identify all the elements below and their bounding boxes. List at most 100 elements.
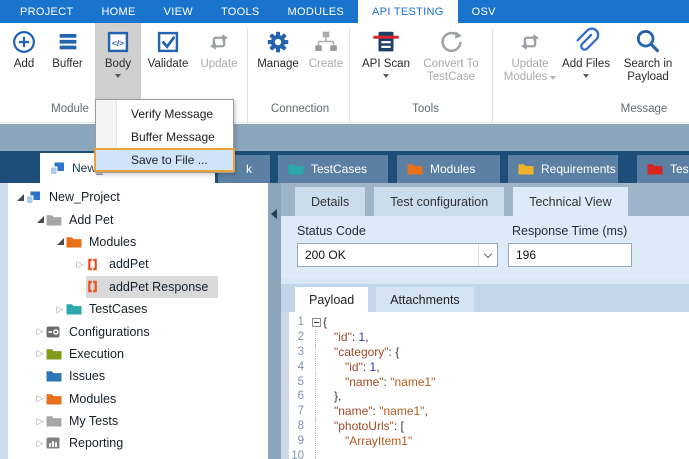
response-time-field[interactable]: 196 bbox=[508, 243, 632, 267]
token-key: "id" bbox=[334, 330, 352, 344]
update-refresh-icon bbox=[203, 26, 235, 58]
tree-item-body[interactable]: Execution bbox=[46, 343, 134, 365]
tree-item-add-pet[interactable]: Add Pet bbox=[8, 208, 268, 230]
tree-item-body[interactable]: TestCases bbox=[66, 298, 157, 320]
add-files-button[interactable]: Add Files bbox=[559, 23, 613, 100]
tree-item-addpet[interactable]: ▷addPet bbox=[8, 253, 268, 275]
add-button[interactable]: Add bbox=[4, 23, 44, 100]
dropdown-arrow-icon bbox=[115, 74, 121, 78]
document-tab-requirements[interactable]: Requirements bbox=[508, 155, 618, 183]
expander-collapsed-icon[interactable]: ▷ bbox=[34, 349, 46, 358]
menu-item-osv[interactable]: OSV bbox=[458, 0, 510, 23]
menu-item-modules[interactable]: MODULES bbox=[274, 0, 359, 23]
tree-item-body[interactable]: My Tests bbox=[46, 410, 128, 432]
tree-item-modules[interactable]: ▷Modules bbox=[8, 388, 268, 410]
document-tab-tes[interactable]: Tes bbox=[637, 155, 689, 183]
validate-button[interactable]: Validate bbox=[141, 23, 195, 100]
body-code-icon: </> bbox=[102, 26, 134, 58]
tree-item-my-tests[interactable]: ▷ My Tests bbox=[8, 410, 268, 432]
menu-item-api-testing[interactable]: API TESTING bbox=[358, 0, 458, 23]
code-line: 10 bbox=[289, 448, 689, 459]
token-key: "category" bbox=[334, 345, 389, 359]
triangle-glyph bbox=[57, 238, 64, 245]
manage-button[interactable]: Manage bbox=[253, 23, 303, 100]
buffer-button[interactable]: Buffer bbox=[44, 23, 91, 100]
tree-item-new_project[interactable]: New_Project bbox=[8, 186, 268, 208]
project-icon bbox=[50, 162, 65, 175]
tree-item-modules[interactable]: Modules bbox=[8, 231, 268, 253]
tree-item-label: Add Pet bbox=[69, 213, 113, 227]
tree-item-addpet-response[interactable]: addPet Response bbox=[8, 276, 268, 298]
tab-payload[interactable]: Payload bbox=[295, 287, 368, 312]
expander-collapsed-icon[interactable]: ▷ bbox=[34, 417, 46, 426]
menu-item-home[interactable]: HOME bbox=[87, 0, 149, 23]
tree-item-label: TestCases bbox=[89, 302, 147, 316]
menu-item-save-to-file-[interactable]: Save to File ... bbox=[94, 148, 235, 172]
payload-editor[interactable]: 1{2"id": 1,3"category": {4"id": 1,5"name… bbox=[281, 312, 689, 459]
group-label-connection: Connection bbox=[250, 103, 350, 115]
project-tree: New_ProjectAdd PetModules▷addPetaddPet R… bbox=[8, 183, 268, 459]
expander-expanded-icon[interactable] bbox=[54, 238, 66, 245]
folder-icon bbox=[66, 302, 83, 316]
tree-item-reporting[interactable]: ▷Reporting bbox=[8, 432, 268, 454]
svg-text:</>: </> bbox=[112, 38, 124, 48]
code-line: 4"id": 1, bbox=[289, 359, 689, 374]
tree-item-body[interactable]: addPet bbox=[86, 253, 159, 275]
expander-collapsed-icon[interactable]: ▷ bbox=[74, 260, 86, 269]
search-in-payload-button[interactable]: Search inPayload bbox=[613, 23, 683, 100]
tree-item-body[interactable]: Configurations bbox=[46, 320, 160, 342]
token-key: "id" bbox=[345, 360, 363, 374]
api-scan-button[interactable]: API Scan bbox=[357, 23, 415, 100]
menu-item-tools[interactable]: TOOLS bbox=[207, 0, 274, 23]
tree-item-execution[interactable]: ▷Execution bbox=[8, 343, 268, 365]
menu-item-verify-message[interactable]: Verify Message bbox=[96, 102, 233, 125]
fold-collapse-icon[interactable] bbox=[309, 315, 323, 330]
triangle-glyph bbox=[37, 216, 44, 223]
tree-item-body[interactable]: Requirements bbox=[46, 455, 157, 459]
token-str: "ArrayItem1" bbox=[345, 434, 412, 448]
menu-item-buffer-message[interactable]: Buffer Message bbox=[96, 125, 233, 148]
menu-item-view[interactable]: VIEW bbox=[150, 0, 207, 23]
folder-icon bbox=[518, 163, 534, 175]
tab-details[interactable]: Details bbox=[295, 187, 365, 216]
chevron-down-icon[interactable] bbox=[478, 244, 497, 266]
expander-expanded-icon[interactable] bbox=[34, 216, 46, 223]
add-circle-icon bbox=[8, 26, 40, 58]
triangle-glyph: ▷ bbox=[37, 349, 44, 358]
tree-item-testcases[interactable]: ▷ TestCases bbox=[8, 298, 268, 320]
expander-collapsed-icon[interactable]: ▷ bbox=[34, 439, 46, 448]
document-tab-testcases[interactable]: TestCases bbox=[278, 155, 388, 183]
expander-expanded-icon[interactable] bbox=[14, 194, 26, 201]
buffer-lines-icon bbox=[52, 26, 84, 58]
tree-item-requirements[interactable]: ▷Requirements bbox=[8, 455, 268, 459]
expander-collapsed-icon[interactable]: ▷ bbox=[54, 305, 66, 314]
folder-icon bbox=[46, 347, 63, 361]
tree-item-body[interactable]: Modules bbox=[46, 388, 126, 410]
tree-item-body[interactable]: New_Project bbox=[26, 186, 130, 208]
module-icon bbox=[86, 257, 103, 271]
document-tab-modules[interactable]: Modules bbox=[397, 155, 500, 183]
menu-item-project[interactable]: PROJECT bbox=[6, 0, 87, 23]
tab-technical-view[interactable]: Technical View bbox=[513, 187, 627, 216]
tab-test-configuration[interactable]: Test configuration bbox=[374, 187, 504, 216]
tree-item-body[interactable]: Issues bbox=[46, 365, 115, 387]
tree-item-configurations[interactable]: ▷Configurations bbox=[8, 320, 268, 342]
tree-item-label: Modules bbox=[89, 235, 136, 249]
expander-collapsed-icon[interactable]: ▷ bbox=[34, 327, 46, 336]
tree-item-body[interactable]: Reporting bbox=[46, 432, 133, 454]
tree-item-issues[interactable]: Issues bbox=[8, 365, 268, 387]
collapse-panel-icon[interactable] bbox=[271, 209, 277, 219]
response-time-label: Response Time (ms) bbox=[512, 224, 627, 238]
tab-attachments[interactable]: Attachments bbox=[376, 287, 473, 312]
tree-item-body[interactable]: Add Pet bbox=[46, 208, 123, 230]
body-button[interactable]: </>Body bbox=[95, 23, 141, 100]
code-text: "name": "name1", bbox=[323, 404, 428, 418]
panel-splitter[interactable] bbox=[268, 183, 281, 459]
response-time-value: 196 bbox=[516, 248, 536, 262]
tree-item-label: My Tests bbox=[69, 414, 118, 428]
status-code-dropdown[interactable]: 200 OK bbox=[297, 243, 498, 267]
tree-item-body[interactable]: Modules bbox=[66, 231, 146, 253]
fold-guide bbox=[309, 359, 323, 374]
tree-item-body[interactable]: addPet Response bbox=[86, 276, 218, 298]
expander-collapsed-icon[interactable]: ▷ bbox=[34, 394, 46, 403]
